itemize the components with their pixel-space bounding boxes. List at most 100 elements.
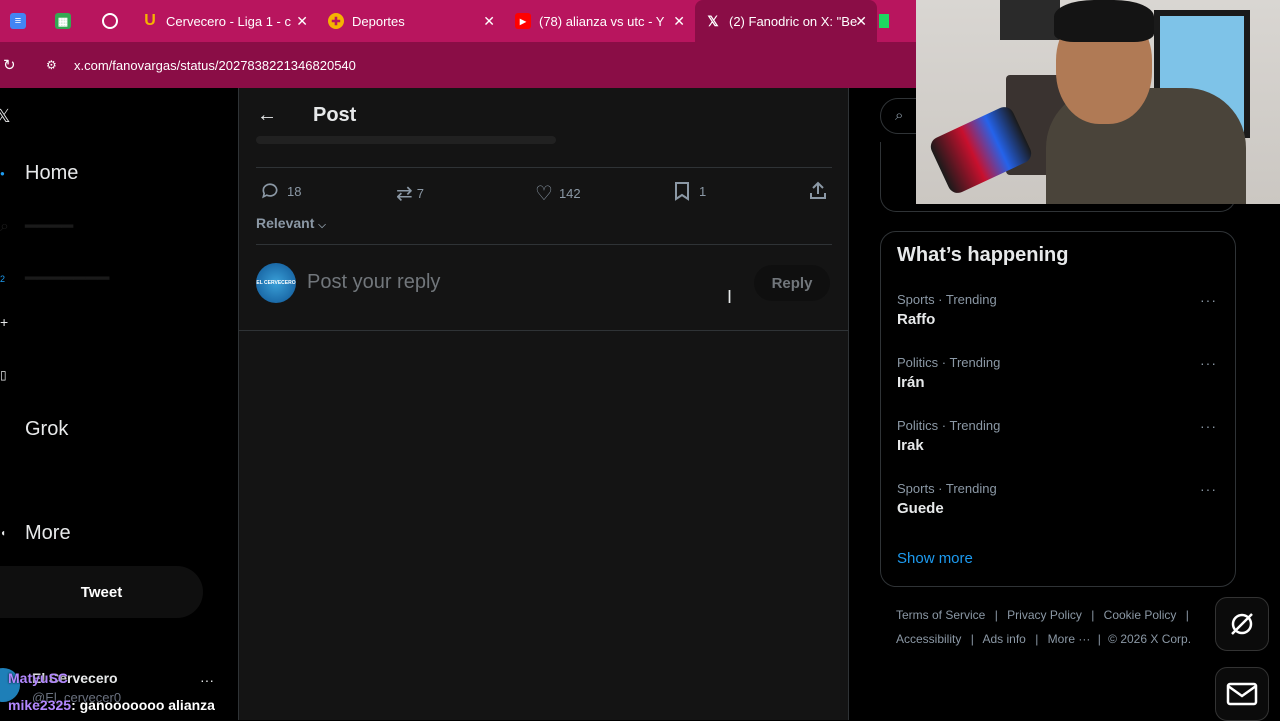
tab-whatsapp[interactable] — [92, 0, 132, 42]
nav-grok-label: Grok — [25, 418, 69, 440]
terms-link[interactable]: Terms of Service — [896, 608, 985, 622]
heart-icon: ♡ — [535, 183, 553, 205]
messages-fab[interactable] — [1215, 667, 1269, 721]
tweet-button[interactable]: Tweet — [0, 566, 203, 618]
reload-icon[interactable]: ↻ — [3, 56, 16, 74]
home-icon: ● — [0, 169, 5, 178]
nav-notifications[interactable]: 2 ━━━━━━━ — [0, 266, 109, 291]
x-logo-icon[interactable]: 𝕏 — [0, 106, 11, 127]
trend-meta: Sports · Trending — [897, 292, 997, 307]
url-field[interactable]: x.com/fanovargas/status/2027838221346820… — [74, 58, 356, 73]
repost-button[interactable]: ⇄ 7 — [396, 181, 424, 206]
show-more-link[interactable]: Show more — [897, 550, 973, 567]
back-arrow-icon[interactable]: ← — [257, 104, 277, 127]
ads-info-link[interactable]: Ads info — [983, 632, 1026, 646]
reply-button[interactable]: Reply — [754, 265, 830, 301]
tab-deportes[interactable]: ✚ Deportes ✕ — [318, 0, 505, 42]
chat-message: : ganooooooo alianza — [71, 697, 215, 713]
tab-label: (78) alianza vs utc - Y — [539, 13, 665, 29]
trend-meta: Politics · Trending — [897, 418, 1001, 433]
nav-more-label: More — [25, 522, 71, 544]
tab-x-active[interactable]: 𝕏 (2) Fanodric on X: "Be ✕ — [695, 0, 877, 42]
share-icon[interactable] — [808, 181, 828, 201]
next-tab-favicon[interactable] — [879, 14, 889, 28]
trend-name: Guede — [897, 500, 944, 517]
like-count: 142 — [558, 186, 581, 201]
trend-item[interactable]: Politics · Trending Irán ··· — [897, 355, 1216, 391]
reply-icon — [262, 183, 278, 199]
tab-youtube[interactable]: ▶ (78) alianza vs utc - Y ✕ — [505, 0, 695, 42]
bookmark-icon — [675, 182, 689, 201]
youtube-icon: ▶ — [515, 13, 531, 29]
nav-explore[interactable]: ⌕ ━━━━ — [0, 214, 73, 239]
reply-count-button[interactable]: 18 — [260, 181, 301, 201]
more-link[interactable]: More ··· — [1048, 632, 1091, 646]
privacy-link[interactable]: Privacy Policy — [1007, 608, 1082, 622]
chat-line-1: MatyuSC — [8, 670, 68, 686]
envelope-icon — [1226, 682, 1258, 706]
site-settings-icon[interactable]: ⚙ — [46, 58, 57, 72]
close-icon[interactable]: ✕ — [296, 13, 308, 30]
address-bar: ↻ ⚙ x.com/fanovargas/status/202783822134… — [0, 42, 916, 88]
tab-label: Cervecero - Liga 1 - c — [166, 13, 291, 29]
trend-item[interactable]: Politics · Trending Irak ··· — [897, 418, 1216, 454]
page-title: Post — [313, 104, 357, 126]
shelf-device — [1000, 0, 1060, 40]
more-dots-icon[interactable]: ··· — [1200, 481, 1217, 497]
footer-row-1: Terms of Service | Privacy Policy | Cook… — [896, 608, 1189, 622]
cookie-link[interactable]: Cookie Policy — [1104, 608, 1177, 622]
accessibility-link[interactable]: Accessibility — [896, 632, 961, 646]
tab-sheets[interactable]: ▦ — [45, 0, 92, 42]
whatsapp-icon — [102, 13, 118, 29]
sheets-icon: ▦ — [55, 13, 71, 29]
chevron-down-icon: ⌵ — [318, 220, 326, 231]
sort-dropdown[interactable]: Relevant ⌵ — [256, 215, 326, 231]
footer-row-2: Accessibility | Ads info | More ··· | © … — [896, 632, 1192, 646]
more-dots-icon[interactable]: ··· — [1200, 418, 1217, 434]
post-column: ← Post 18 ⇄ 7 ♡ 142 1 Relevant ⌵ EL CERV… — [238, 88, 849, 720]
divider — [256, 167, 832, 168]
bookmark-count: 1 — [699, 183, 707, 199]
person-hair — [1054, 0, 1154, 42]
repost-icon: ⇄ — [396, 183, 413, 205]
tab-docs[interactable]: ≡ — [0, 0, 45, 42]
deportes-icon: ✚ — [328, 13, 344, 29]
grok-icon — [1231, 613, 1253, 635]
bookmark-button[interactable]: 1 — [673, 181, 706, 201]
trend-item[interactable]: Sports · Trending Guede ··· — [897, 481, 1216, 517]
divider — [239, 330, 848, 331]
nav-home-label: Home — [25, 162, 79, 184]
grok-fab[interactable] — [1215, 597, 1269, 651]
more-dots-icon[interactable]: ··· — [200, 672, 214, 688]
left-sidebar: 𝕏 ● Home ⌕ ━━━━ 2 ━━━━━━━ + ▯ Grok ◖ More … — [0, 88, 238, 720]
close-icon[interactable]: ✕ — [855, 13, 867, 30]
close-icon[interactable]: ✕ — [673, 13, 685, 30]
nav-grok[interactable]: Grok — [0, 418, 68, 441]
nav-bookmarks[interactable]: ▯ — [0, 368, 25, 382]
trend-meta: Politics · Trending — [897, 355, 1001, 370]
chat-username: mike2325 — [8, 697, 72, 713]
divider — [256, 244, 832, 245]
more-dots-icon[interactable]: ··· — [1200, 292, 1217, 308]
nav-home[interactable]: ● Home — [0, 162, 78, 185]
text-cursor-icon: I — [727, 287, 733, 307]
webcam-overlay — [916, 0, 1280, 204]
more-dots-icon[interactable]: ··· — [1200, 355, 1217, 371]
close-icon[interactable]: ✕ — [483, 13, 495, 30]
avatar: EL CERVECERO — [256, 263, 296, 303]
trend-item[interactable]: Sports · Trending Raffo ··· — [897, 292, 1216, 328]
nav-more[interactable]: ◖ More — [0, 522, 71, 545]
trend-name: Raffo — [897, 311, 936, 328]
like-button[interactable]: ♡ 142 — [535, 181, 581, 206]
docs-icon: ≡ — [10, 13, 26, 29]
tab-cervecero[interactable]: U Cervecero - Liga 1 - c ✕ — [132, 0, 318, 42]
reply-input[interactable]: Post your reply — [307, 271, 440, 294]
copyright: © 2026 X Corp. — [1108, 632, 1192, 646]
section-title: What’s happening — [897, 244, 1069, 266]
timestamp-row-faded — [256, 136, 556, 144]
x-logo-icon: 𝕏 — [707, 12, 719, 29]
repost-count: 7 — [416, 186, 424, 201]
u-logo-icon: U — [144, 12, 156, 29]
more-circle-icon: ◖ — [0, 528, 7, 539]
nav-post-icon[interactable]: + — [0, 314, 25, 330]
